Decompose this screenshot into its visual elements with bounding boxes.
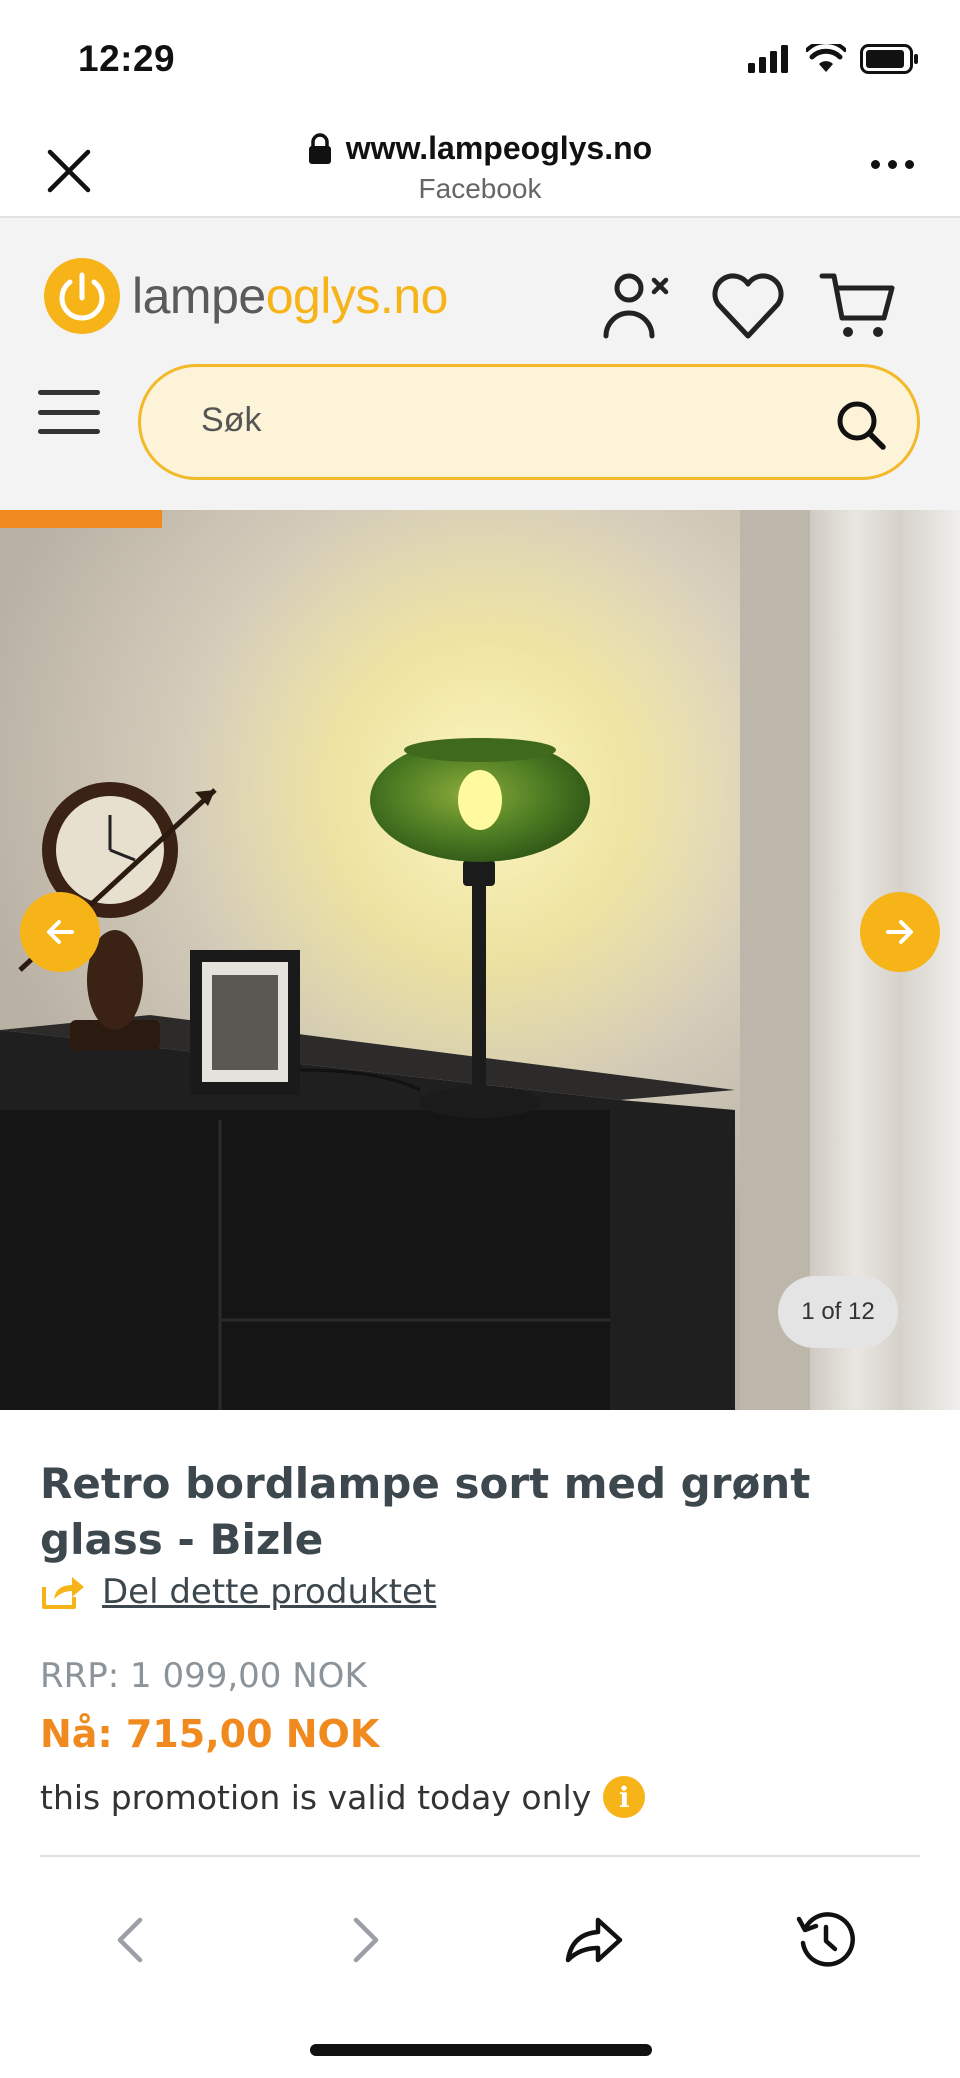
site-header: lampeoglys.no bbox=[0, 218, 960, 510]
address-bar[interactable]: www.lampeoglys.no Facebook bbox=[0, 130, 960, 205]
account-icon[interactable] bbox=[596, 266, 676, 346]
gallery-counter: 1 of 12 bbox=[778, 1276, 898, 1348]
history-button[interactable] bbox=[786, 1900, 866, 1980]
search-input[interactable] bbox=[201, 401, 801, 440]
rrp-label: RRP: bbox=[40, 1656, 120, 1696]
divider bbox=[40, 1855, 920, 1857]
menu-icon[interactable] bbox=[38, 390, 100, 434]
rrp-value: 1 099,00 NOK bbox=[130, 1656, 367, 1696]
home-indicator[interactable] bbox=[310, 2044, 652, 2056]
now-label: Nå: bbox=[40, 1712, 113, 1756]
search-box[interactable] bbox=[138, 364, 920, 480]
status-bar: 12:29 bbox=[0, 0, 960, 110]
share-icon bbox=[565, 1917, 623, 1963]
logo-mark-icon bbox=[44, 258, 120, 334]
product-gallery[interactable]: 1 of 12 bbox=[0, 510, 960, 1410]
arrow-left-icon bbox=[47, 920, 74, 944]
browser-bar: www.lampeoglys.no Facebook bbox=[0, 110, 960, 218]
logo-text-lampe: lampe bbox=[132, 268, 266, 324]
back-button[interactable] bbox=[90, 1900, 170, 1980]
logo-text-oglys: oglys bbox=[265, 268, 381, 324]
cellular-signal-icon bbox=[748, 45, 788, 73]
back-icon bbox=[117, 1917, 143, 1963]
site-logo[interactable]: lampeoglys.no bbox=[44, 258, 448, 334]
current-price: Nå: 715,00 NOK bbox=[40, 1712, 379, 1756]
promo-ribbon bbox=[0, 510, 162, 528]
promo-text: this promotion is valid today only bbox=[40, 1777, 592, 1817]
forward-button[interactable] bbox=[326, 1900, 406, 1980]
status-icons bbox=[748, 44, 920, 74]
url-text: www.lampeoglys.no bbox=[345, 130, 653, 166]
promo-notice: this promotion is valid today only i bbox=[40, 1776, 646, 1818]
gallery-prev-button[interactable] bbox=[20, 892, 100, 972]
gallery-next-button[interactable] bbox=[860, 892, 940, 972]
status-time: 12:29 bbox=[78, 38, 176, 79]
now-value: 715,00 NOK bbox=[125, 1712, 380, 1756]
arrow-right-icon bbox=[886, 920, 913, 944]
product-title: Retro bordlampe sort med grønt glass - B… bbox=[40, 1459, 811, 1564]
share-link-text[interactable]: Del dette produktet bbox=[102, 1572, 436, 1612]
url-source: Facebook bbox=[418, 172, 542, 204]
heart-icon[interactable] bbox=[708, 266, 788, 346]
browser-toolbar bbox=[0, 1890, 960, 1990]
forward-icon bbox=[353, 1917, 379, 1963]
wifi-icon bbox=[806, 44, 846, 72]
share-button[interactable] bbox=[554, 1900, 634, 1980]
info-icon[interactable]: i bbox=[603, 1776, 646, 1818]
rrp-price: RRP: 1 099,00 NOK bbox=[40, 1656, 367, 1696]
search-icon[interactable] bbox=[835, 399, 887, 451]
share-arrow-icon bbox=[42, 1577, 84, 1609]
more-icon[interactable] bbox=[871, 160, 914, 169]
lock-icon bbox=[308, 132, 331, 164]
share-product-link[interactable]: Del dette produktet bbox=[40, 1572, 436, 1612]
product-image bbox=[0, 510, 960, 1410]
battery-icon bbox=[860, 44, 918, 74]
logo-text-no: .no bbox=[379, 268, 449, 324]
cart-icon[interactable] bbox=[818, 266, 898, 346]
history-icon bbox=[796, 1912, 855, 1967]
